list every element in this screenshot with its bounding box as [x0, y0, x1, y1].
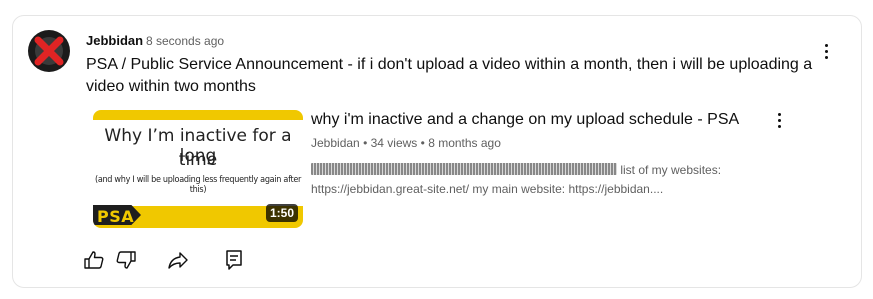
avatar[interactable]	[28, 30, 70, 72]
video-thumbnail[interactable]: Why I’m inactive for a long time (and wh…	[93, 110, 303, 228]
reply-button[interactable]	[222, 248, 246, 272]
share-icon	[168, 252, 188, 269]
meta-separator: •	[363, 136, 368, 150]
thumb-down-icon	[116, 251, 136, 269]
share-button[interactable]	[166, 248, 190, 272]
comment-author[interactable]: Jebbidan	[86, 33, 143, 48]
video-menu-button[interactable]	[769, 110, 789, 134]
video-channel[interactable]: Jebbidan	[311, 136, 360, 150]
thumb-up-icon	[84, 251, 104, 269]
meta-separator: •	[420, 136, 425, 150]
like-button[interactable]	[82, 248, 106, 272]
redacted-text	[311, 163, 617, 175]
comment-text: PSA / Public Service Announcement - if i…	[86, 56, 813, 95]
more-vert-icon	[777, 113, 781, 116]
comment-timestamp[interactable]: 8 seconds ago	[146, 34, 224, 48]
thumbnail-top-bar	[93, 110, 303, 120]
thumbnail-tag: PSA	[97, 207, 135, 226]
video-description[interactable]: list of my websites: https://jebbidan.gr…	[311, 161, 781, 199]
thumbnail-line2: time	[178, 150, 218, 170]
description-line1: list of my websites:	[620, 163, 722, 177]
video-title[interactable]: why i'm inactive and a change on my uplo…	[311, 111, 739, 129]
comment-icon	[226, 250, 242, 270]
video-meta: Jebbidan • 34 views • 8 months ago	[311, 136, 501, 150]
video-views: 34 views	[370, 136, 418, 150]
dislike-button[interactable]	[114, 248, 138, 272]
more-vert-icon	[824, 44, 828, 47]
video-duration: 1:50	[265, 204, 298, 222]
video-age: 8 months ago	[428, 136, 501, 150]
thumbnail-line3: (and why I will be uploading less freque…	[94, 175, 302, 195]
description-line2: https://jebbidan.great-site.net/ my main…	[311, 182, 664, 196]
